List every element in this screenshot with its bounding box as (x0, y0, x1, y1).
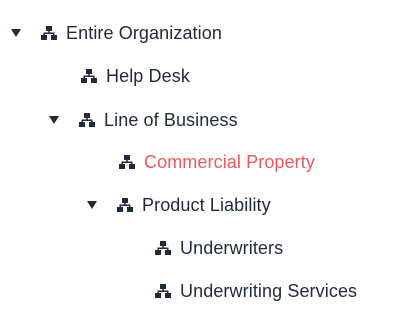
tree-node-line-of-business[interactable]: Line of Business (48, 106, 238, 134)
caret-down-icon[interactable] (10, 27, 22, 39)
sitemap-icon (40, 25, 58, 41)
tree-node-underwriting-services[interactable]: Underwriting Services (154, 277, 357, 305)
tree-node-label: Help Desk (106, 66, 190, 86)
tree-node-label: Line of Business (104, 110, 238, 130)
sitemap-icon (80, 68, 98, 84)
sitemap-icon (116, 197, 134, 213)
tree-node-label-selected: Commercial Property (144, 152, 315, 172)
tree-node-label: Underwriters (180, 238, 284, 258)
sitemap-icon (78, 112, 96, 128)
sitemap-icon (154, 283, 172, 299)
org-tree: Entire Organization Help Desk Line of Bu… (0, 0, 412, 311)
tree-node-label: Entire Organization (66, 23, 222, 43)
sitemap-icon (118, 154, 136, 170)
tree-node-entire-organization[interactable]: Entire Organization (10, 19, 222, 47)
tree-node-commercial-property[interactable]: Commercial Property (118, 148, 315, 176)
tree-node-label: Underwriting Services (180, 281, 358, 301)
tree-node-label: Product Liability (142, 195, 271, 215)
tree-node-help-desk[interactable]: Help Desk (80, 62, 190, 90)
tree-node-underwriters[interactable]: Underwriters (154, 234, 283, 262)
sitemap-icon (154, 240, 172, 256)
caret-down-icon[interactable] (86, 199, 98, 211)
caret-down-icon[interactable] (48, 114, 60, 126)
tree-node-product-liability[interactable]: Product Liability (86, 191, 271, 219)
